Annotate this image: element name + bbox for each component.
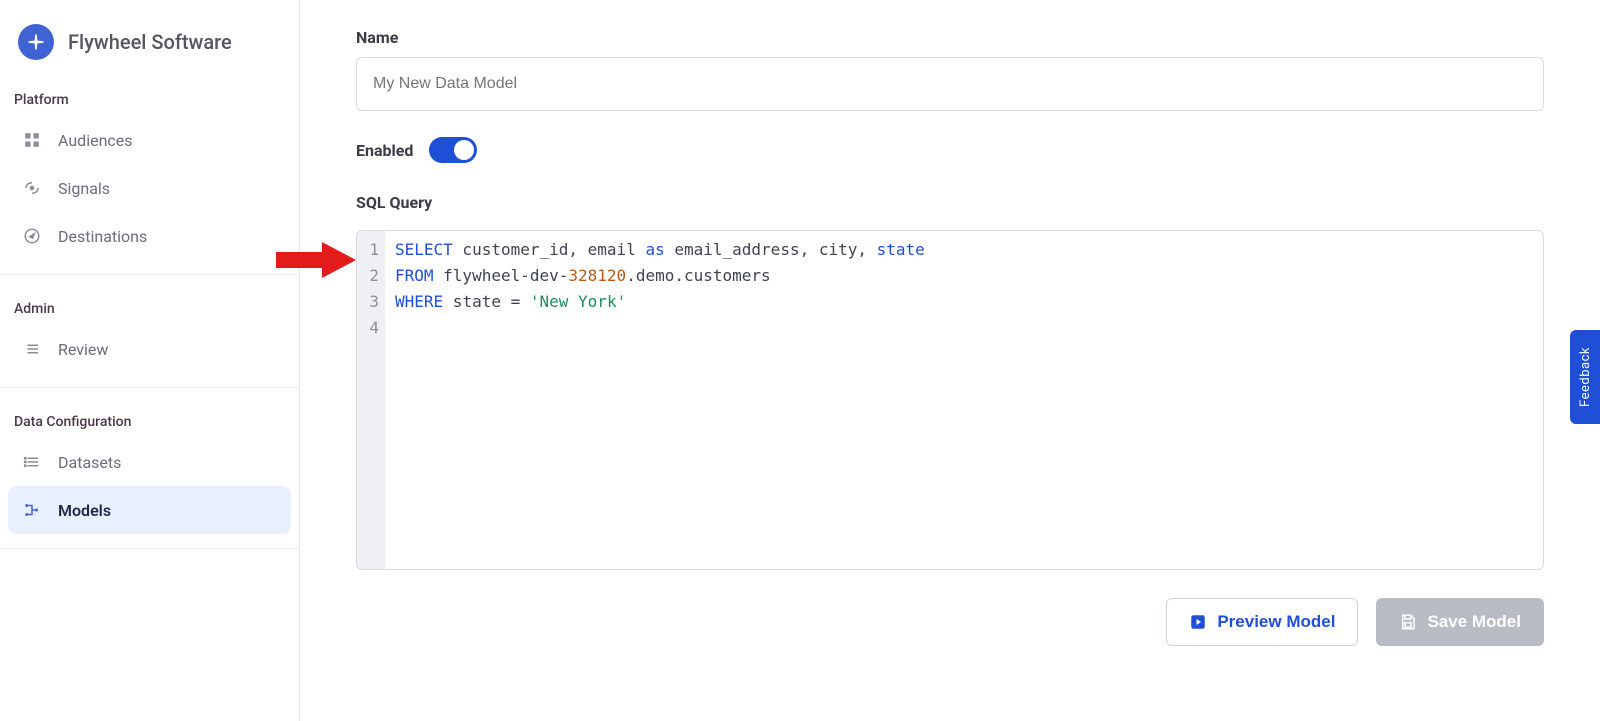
sidebar-section-admin: Admin <box>0 289 299 325</box>
list-icon <box>22 452 42 472</box>
sidebar-item-label: Datasets <box>58 453 121 472</box>
sidebar-item-label: Destinations <box>58 227 147 246</box>
sidebar-item-destinations[interactable]: Destinations <box>8 212 291 260</box>
sidebar-item-audiences[interactable]: Audiences <box>8 116 291 164</box>
brand[interactable]: Flywheel Software <box>0 14 299 80</box>
button-label: Save Model <box>1427 612 1521 632</box>
sidebar-item-datasets[interactable]: Datasets <box>8 438 291 486</box>
sidebar-item-review[interactable]: Review <box>8 325 291 373</box>
action-row: Preview Model Save Model <box>356 598 1544 646</box>
save-icon <box>1399 613 1417 631</box>
line-number: 2 <box>357 263 379 289</box>
button-label: Preview Model <box>1217 612 1335 632</box>
divider <box>0 274 299 275</box>
feedback-label: Feedback <box>1578 347 1593 407</box>
code-line: FROM flywheel-dev-328120.demo.customers <box>395 263 1533 289</box>
sidebar-section-platform: Platform <box>0 80 299 116</box>
sidebar-item-label: Review <box>58 340 108 359</box>
line-number: 1 <box>357 237 379 263</box>
sql-label: SQL Query <box>356 193 1544 212</box>
enabled-label: Enabled <box>356 141 413 160</box>
editor-gutter: 1 2 3 4 <box>357 231 385 569</box>
sidebar-items-platform: Audiences Signals Destinations <box>0 116 299 260</box>
sidebar-items-admin: Review <box>0 325 299 373</box>
editor-code[interactable]: SELECT customer_id, email as email_addre… <box>385 231 1543 569</box>
toggle-knob <box>454 140 474 160</box>
signals-icon <box>22 178 42 198</box>
compass-icon <box>22 226 42 246</box>
divider <box>0 548 299 549</box>
main-content: Name Enabled SQL Query 1 2 3 4 SELECT cu… <box>300 0 1600 721</box>
line-number: 4 <box>357 315 379 341</box>
preview-model-button[interactable]: Preview Model <box>1166 598 1358 646</box>
sql-editor[interactable]: 1 2 3 4 SELECT customer_id, email as ema… <box>356 230 1544 570</box>
code-line: WHERE state = 'New York' <box>395 289 1533 315</box>
sidebar-items-dataconfig: Datasets Models <box>0 438 299 534</box>
list-icon <box>22 339 42 359</box>
sidebar-item-label: Models <box>58 501 111 520</box>
code-line <box>395 315 1533 341</box>
line-number: 3 <box>357 289 379 315</box>
sidebar-item-models[interactable]: Models <box>8 486 291 534</box>
brand-name: Flywheel Software <box>68 30 232 54</box>
feedback-tab[interactable]: Feedback <box>1570 330 1600 424</box>
sidebar-section-dataconfig: Data Configuration <box>0 402 299 438</box>
play-icon <box>1189 613 1207 631</box>
code-line: SELECT customer_id, email as email_addre… <box>395 237 1533 263</box>
sidebar: Flywheel Software Platform Audiences Sig… <box>0 0 300 721</box>
model-name-input[interactable] <box>356 57 1544 111</box>
models-icon <box>22 500 42 520</box>
save-model-button[interactable]: Save Model <box>1376 598 1544 646</box>
name-label: Name <box>356 28 1544 47</box>
enabled-row: Enabled <box>356 137 1544 163</box>
divider <box>0 387 299 388</box>
sidebar-item-label: Audiences <box>58 131 133 150</box>
grid-icon <box>22 130 42 150</box>
app-root: Flywheel Software Platform Audiences Sig… <box>0 0 1600 721</box>
sidebar-item-label: Signals <box>58 179 110 198</box>
enabled-toggle[interactable] <box>429 137 477 163</box>
brand-logo-icon <box>18 24 54 60</box>
sidebar-item-signals[interactable]: Signals <box>8 164 291 212</box>
